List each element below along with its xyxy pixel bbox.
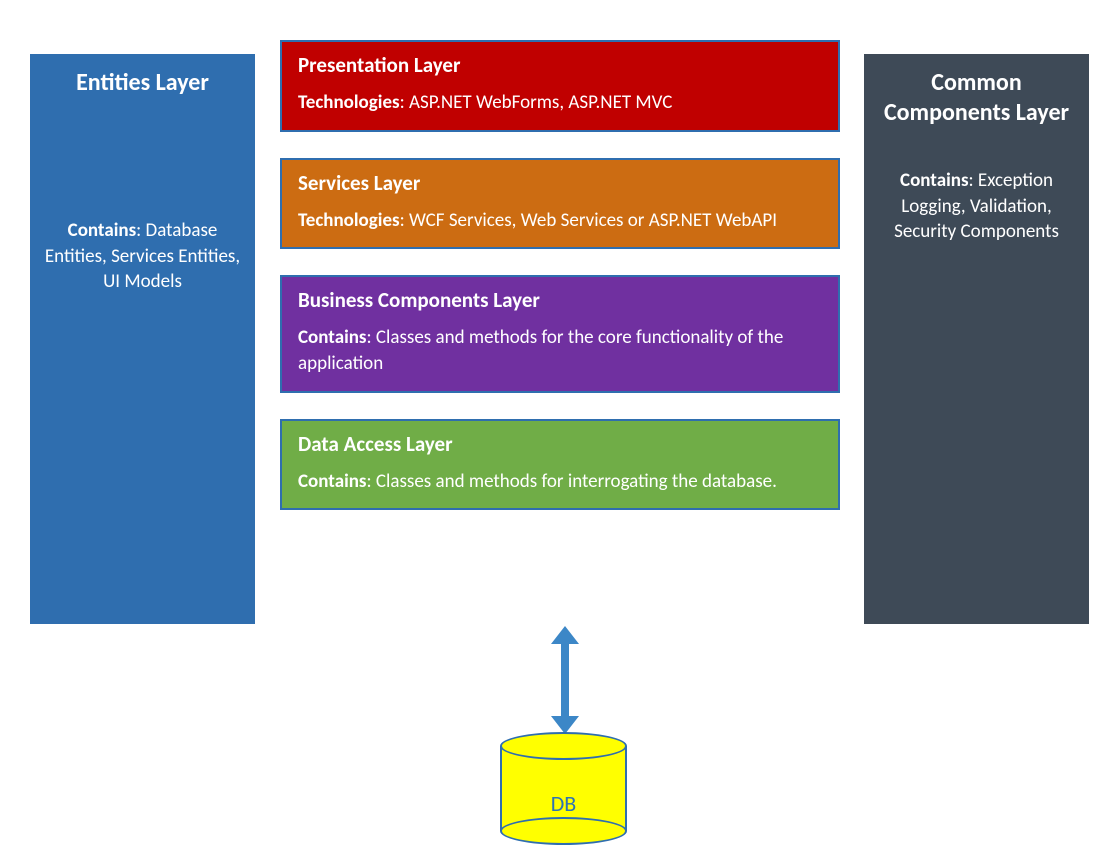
common-body: Contains: Exception Logging, Validation,… [876,168,1077,245]
entities-body: Contains: Database Entities, Services En… [42,218,243,295]
arrow-line [561,640,569,720]
presentation-body-text: : ASP.NET WebForms, ASP.NET MVC [400,91,673,114]
business-body-label: Contains [298,326,367,349]
common-title: Common Components Layer [876,68,1077,128]
services-title: Services Layer [298,170,822,196]
data-access-body: Contains: Classes and methods for interr… [298,469,822,495]
database-cylinder-icon: DB [500,732,627,842]
services-body-text: : WCF Services, Web Services or ASP.NET … [400,209,777,232]
business-body-text: : Classes and methods for the core funct… [298,326,783,375]
db-label: DB [500,790,627,817]
data-access-layer-box: Data Access Layer Contains: Classes and … [280,419,840,511]
services-body-label: Technologies [298,209,400,232]
presentation-layer-box: Presentation Layer Technologies: ASP.NET… [280,40,840,132]
presentation-title: Presentation Layer [298,52,822,78]
presentation-body-label: Technologies [298,91,400,114]
business-layer-box: Business Components Layer Contains: Clas… [280,275,840,392]
common-body-label: Contains [900,169,969,192]
entities-title: Entities Layer [42,68,243,98]
presentation-body: Technologies: ASP.NET WebForms, ASP.NET … [298,90,822,116]
common-layer-box: Common Components Layer Contains: Except… [864,54,1089,624]
services-body: Technologies: WCF Services, Web Services… [298,208,822,234]
entities-body-label: Contains [68,219,137,242]
data-access-body-text: : Classes and methods for interrogating … [367,470,777,493]
business-body: Contains: Classes and methods for the co… [298,325,822,376]
services-layer-box: Services Layer Technologies: WCF Service… [280,158,840,250]
entities-layer-box: Entities Layer Contains: Database Entiti… [30,54,255,624]
data-access-body-label: Contains [298,470,367,493]
center-layers: Presentation Layer Technologies: ASP.NET… [280,40,840,536]
business-title: Business Components Layer [298,287,822,313]
data-access-title: Data Access Layer [298,431,822,457]
db-arrow [555,630,575,730]
